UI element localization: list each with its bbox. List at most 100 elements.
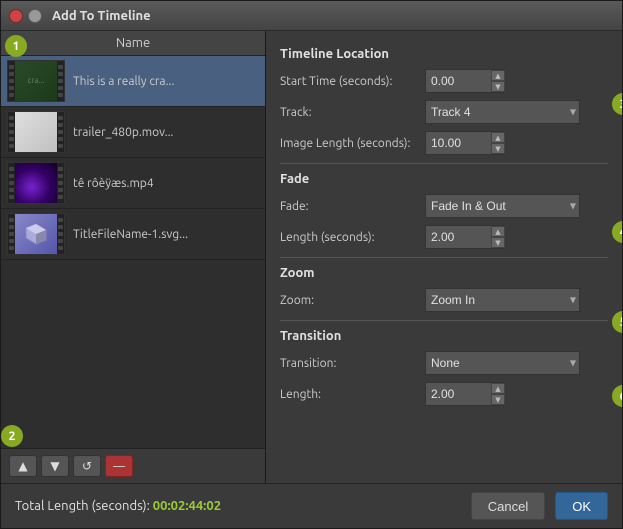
notch: [9, 225, 14, 229]
cancel-button[interactable]: Cancel: [471, 492, 545, 520]
zoom-section-title: Zoom: [280, 266, 608, 280]
remove-icon: —: [113, 460, 125, 473]
refresh-button[interactable]: ↺: [73, 455, 101, 477]
list-item[interactable]: TitleFileName-1.svg...: [1, 209, 265, 260]
start-time-input[interactable]: [431, 74, 491, 88]
notch: [9, 167, 14, 171]
spin-down-arrow[interactable]: ▼: [491, 81, 505, 92]
transition-row: Transition: None Fade Wipe Dissolve: [280, 351, 608, 375]
minimize-button[interactable]: [28, 9, 42, 23]
transition-length-spinbox[interactable]: ▲ ▼: [425, 382, 505, 406]
fade-length-input[interactable]: [431, 230, 491, 244]
close-button[interactable]: [9, 9, 23, 23]
zoom-select[interactable]: None Zoom In Zoom Out Zoom In & Out: [425, 288, 580, 312]
start-time-label: Start Time (seconds):: [280, 75, 425, 88]
notch: [9, 195, 14, 199]
image-length-spinbox-arrows: ▲ ▼: [491, 132, 505, 154]
film-notches-left-4: [8, 214, 15, 254]
thumbnail-1: cra...: [14, 61, 58, 101]
image-length-input[interactable]: [431, 136, 491, 150]
spin-down-arrow[interactable]: ▼: [491, 394, 505, 405]
file-name-1: This is a really cra...: [73, 75, 259, 88]
notch: [58, 174, 63, 178]
notch: [58, 116, 63, 120]
total-length-area: Total Length (seconds): 00:02:44:02: [15, 499, 461, 513]
image-length-control: ▲ ▼: [425, 131, 608, 155]
notch: [58, 86, 63, 90]
fade-select[interactable]: None Fade In Fade Out Fade In & Out: [425, 194, 580, 218]
film-notches-left-1: [8, 61, 15, 101]
transition-label: Transition:: [280, 357, 425, 370]
film-notches-right-1: [57, 61, 64, 101]
spin-down-arrow[interactable]: ▼: [491, 143, 505, 154]
right-panel: Timeline Location Start Time (seconds): …: [266, 31, 622, 425]
left-panel: 1 Name cra...: [1, 31, 266, 483]
notch: [58, 246, 63, 250]
start-time-spinbox[interactable]: ▲ ▼: [425, 69, 505, 93]
zoom-control: None Zoom In Zoom Out Zoom In & Out: [425, 288, 608, 312]
notch: [58, 181, 63, 185]
thumbnail-4: [14, 214, 58, 254]
fade-control: None Fade In Fade Out Fade In & Out: [425, 194, 608, 218]
list-item[interactable]: trailer_480p.mov...: [1, 107, 265, 158]
spinbox-arrows: ▲ ▼: [491, 70, 505, 92]
film-notches-left-3: [8, 163, 15, 203]
zoom-row: Zoom: None Zoom In Zoom Out Zoom In & Ou…: [280, 288, 608, 312]
image-length-spinbox[interactable]: ▲ ▼: [425, 131, 505, 155]
track-label: Track:: [280, 106, 425, 119]
film-notches-left-2: [8, 112, 15, 152]
notch: [58, 195, 63, 199]
left-toolbar: 2 ▲ ▼ ↺ —: [1, 448, 265, 483]
notch: [58, 232, 63, 236]
badge-1: 1: [5, 35, 27, 57]
notch: [58, 167, 63, 171]
file-name-2: trailer_480p.mov...: [73, 126, 259, 139]
notch: [9, 137, 14, 141]
transition-section-title: Transition: [280, 329, 608, 343]
track-select-wrapper: Track 1 Track 2 Track 3 Track 4 Track 5: [425, 100, 580, 124]
notch: [9, 218, 14, 222]
transition-length-input[interactable]: [431, 387, 491, 401]
fade-select-wrapper: None Fade In Fade Out Fade In & Out: [425, 194, 580, 218]
bottom-bar: Total Length (seconds): 00:02:44:02 Canc…: [1, 483, 622, 528]
move-up-button[interactable]: ▲: [9, 455, 37, 477]
notch: [58, 239, 63, 243]
thumbnail-3: [14, 163, 58, 203]
track-select[interactable]: Track 1 Track 2 Track 3 Track 4 Track 5: [425, 100, 580, 124]
notch: [9, 239, 14, 243]
file-name-3: tê rôèÿæs.mp4: [73, 177, 259, 190]
transition-length-arrows: ▲ ▼: [491, 383, 505, 405]
zoom-select-wrapper: None Zoom In Zoom Out Zoom In & Out: [425, 288, 580, 312]
notch: [9, 72, 14, 76]
transition-length-label: Length:: [280, 388, 425, 401]
notch: [58, 65, 63, 69]
remove-button[interactable]: —: [105, 455, 133, 477]
film-notches-right-2: [57, 112, 64, 152]
image-length-row: Image Length (seconds): ▲ ▼: [280, 131, 608, 155]
spin-up-arrow[interactable]: ▲: [491, 70, 505, 81]
move-down-button[interactable]: ▼: [41, 455, 69, 477]
fade-row: Fade: None Fade In Fade Out Fade In & Ou…: [280, 194, 608, 218]
notch: [58, 137, 63, 141]
list-item[interactable]: cra... This is a really cra...: [1, 56, 265, 107]
divider-3: [280, 320, 608, 321]
transition-control: None Fade Wipe Dissolve: [425, 351, 608, 375]
track-row: Track: Track 1 Track 2 Track 3 Track 4 T…: [280, 100, 608, 124]
spin-up-arrow[interactable]: ▲: [491, 226, 505, 237]
file-name-4: TitleFileName-1.svg...: [73, 228, 259, 241]
fade-length-spinbox[interactable]: ▲ ▼: [425, 225, 505, 249]
spin-down-arrow[interactable]: ▼: [491, 237, 505, 248]
notch: [9, 79, 14, 83]
notch: [9, 130, 14, 134]
window-title: Add To Timeline: [52, 9, 151, 23]
spin-up-arrow[interactable]: ▲: [491, 132, 505, 143]
transition-select-wrapper: None Fade Wipe Dissolve: [425, 351, 580, 375]
titlebar-buttons: [9, 9, 42, 23]
list-item[interactable]: tê rôèÿæs.mp4: [1, 158, 265, 209]
fade-length-row: Length (seconds): ▲ ▼: [280, 225, 608, 249]
spin-up-arrow[interactable]: ▲: [491, 383, 505, 394]
ok-button[interactable]: OK: [555, 492, 608, 520]
transition-select[interactable]: None Fade Wipe Dissolve: [425, 351, 580, 375]
badge-6: 6: [612, 385, 622, 407]
notch: [58, 130, 63, 134]
